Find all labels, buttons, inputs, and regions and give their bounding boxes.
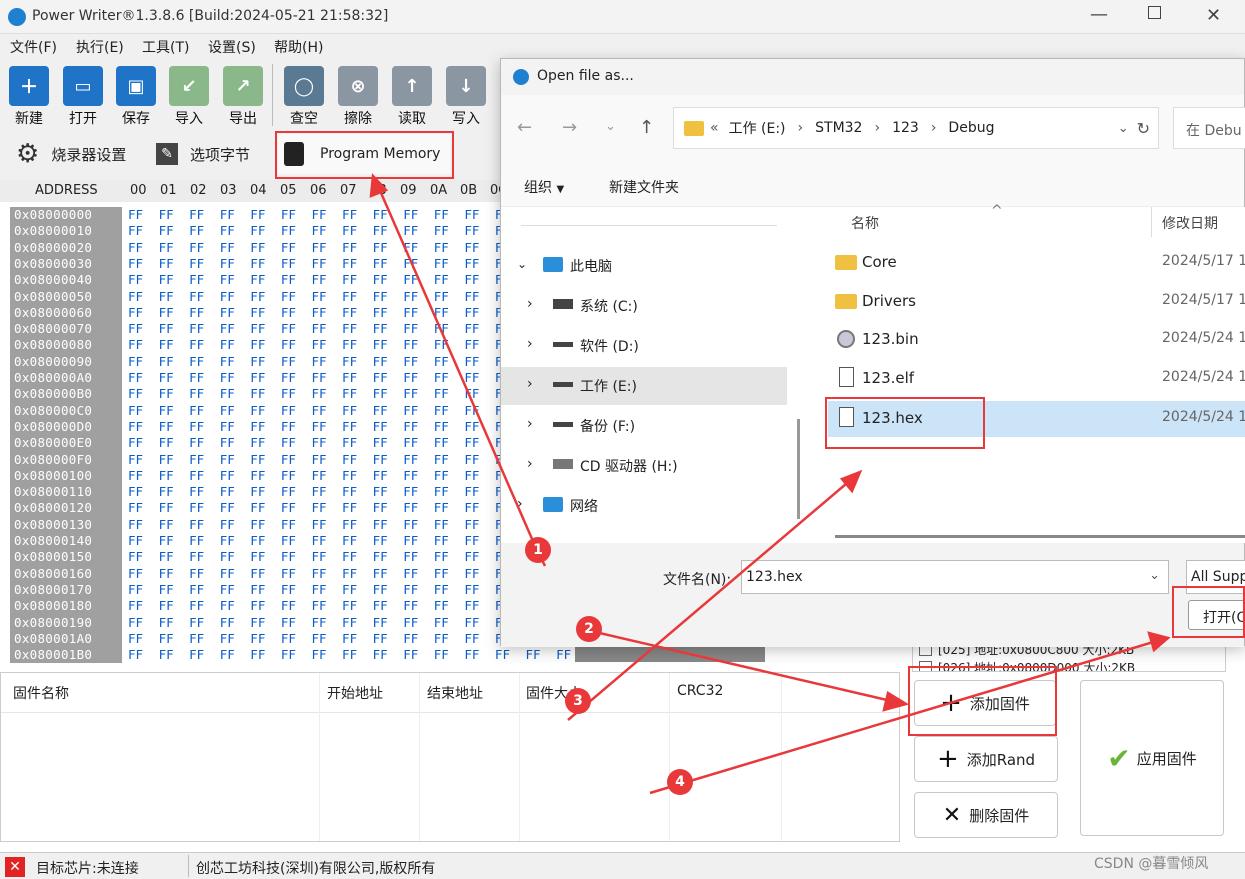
arrow-1 bbox=[376, 185, 538, 549]
step-marker-4: 4 bbox=[667, 769, 693, 795]
arrow-1-head bbox=[369, 173, 389, 198]
step-marker-1: 1 bbox=[525, 537, 551, 563]
annotation-arrows bbox=[369, 173, 1171, 795]
arrow-4-head bbox=[1147, 631, 1171, 653]
step-marker-3: 3 bbox=[565, 688, 591, 714]
step-marker-2: 2 bbox=[576, 616, 602, 642]
arrow-3-head bbox=[839, 469, 863, 494]
arrow-2 bbox=[577, 626, 901, 705]
arrow-2-head bbox=[882, 691, 910, 712]
arrow-3 bbox=[567, 477, 854, 721]
